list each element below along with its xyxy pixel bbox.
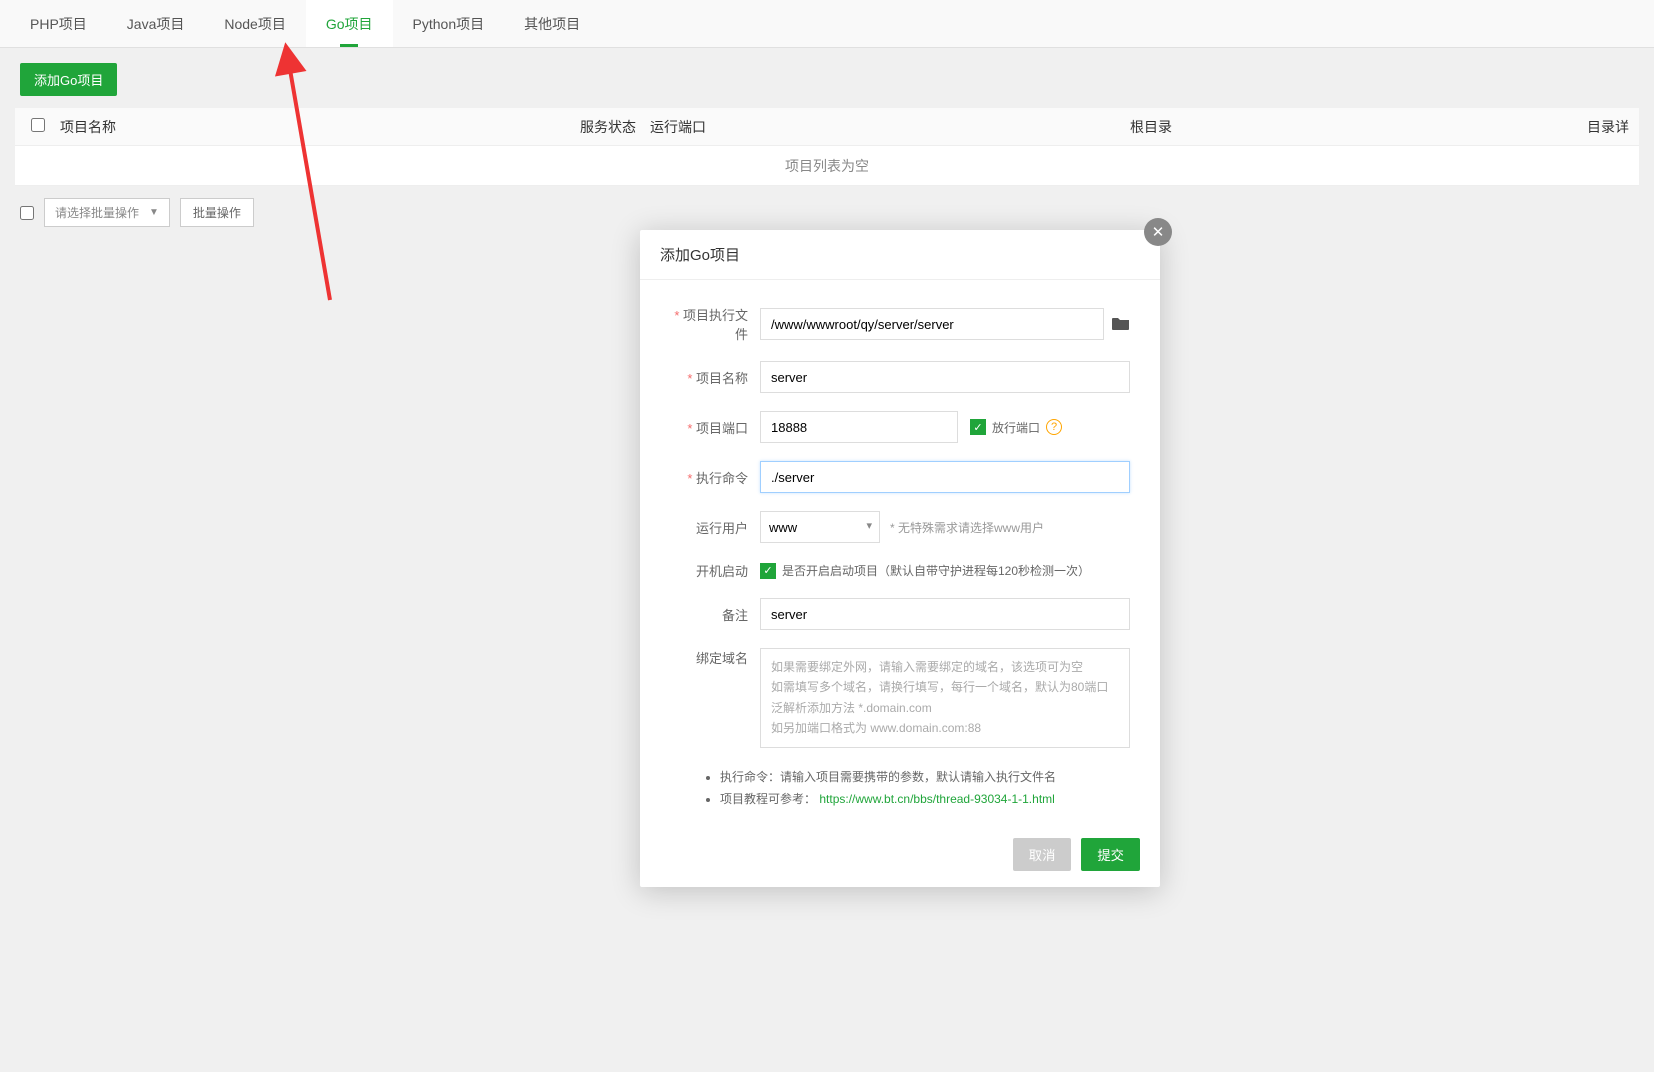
label-exec-file: 项目执行文件 [670, 305, 760, 343]
add-go-project-modal: ✕ 添加Go项目 项目执行文件 项目名称 项目端口 ✓ 放行端口 ? 执行命令 [640, 230, 1160, 887]
modal-title: 添加Go项目 [640, 230, 1160, 280]
tip-tutorial: 项目教程可参考： https://www.bt.cn/bbs/thread-93… [720, 788, 1130, 811]
remark-input[interactable] [760, 598, 1130, 630]
label-exec-cmd: 执行命令 [670, 468, 760, 487]
submit-button[interactable]: 提交 [1081, 838, 1140, 871]
open-port-label: 放行端口 [992, 419, 1040, 436]
exec-cmd-input[interactable] [760, 461, 1130, 493]
autostart-text: 是否开启启动项目（默认自带守护进程每120秒检测一次） [782, 562, 1090, 579]
run-user-select[interactable]: www [760, 511, 880, 543]
cancel-button[interactable]: 取消 [1013, 838, 1072, 871]
project-name-input[interactable] [760, 361, 1130, 393]
label-domain: 绑定域名 [670, 648, 760, 667]
label-run-user: 运行用户 [670, 518, 760, 537]
label-project-name: 项目名称 [670, 368, 760, 387]
tip-exec-cmd: 执行命令：请输入项目需要携带的参数，默认请输入执行文件名 [720, 766, 1130, 789]
help-icon[interactable]: ? [1046, 419, 1062, 435]
open-port-checkbox[interactable]: ✓ [970, 419, 986, 435]
close-icon[interactable]: ✕ [1144, 218, 1172, 246]
label-remark: 备注 [670, 605, 760, 624]
port-input[interactable] [760, 411, 958, 443]
label-autostart: 开机启动 [670, 561, 760, 580]
run-user-hint: * 无特殊需求请选择www用户 [890, 519, 1044, 536]
tip-tutorial-prefix: 项目教程可参考： [720, 792, 816, 806]
modal-tips: 执行命令：请输入项目需要携带的参数，默认请输入执行文件名 项目教程可参考： ht… [670, 766, 1130, 812]
autostart-checkbox[interactable]: ✓ [760, 563, 776, 579]
label-port: 项目端口 [670, 418, 760, 437]
folder-icon[interactable] [1112, 316, 1130, 333]
tutorial-link[interactable]: https://www.bt.cn/bbs/thread-93034-1-1.h… [819, 792, 1054, 806]
exec-file-input[interactable] [760, 308, 1104, 340]
domain-textarea[interactable]: 如果需要绑定外网，请输入需要绑定的域名，该选项可为空 如需填写多个域名，请换行填… [760, 648, 1130, 748]
